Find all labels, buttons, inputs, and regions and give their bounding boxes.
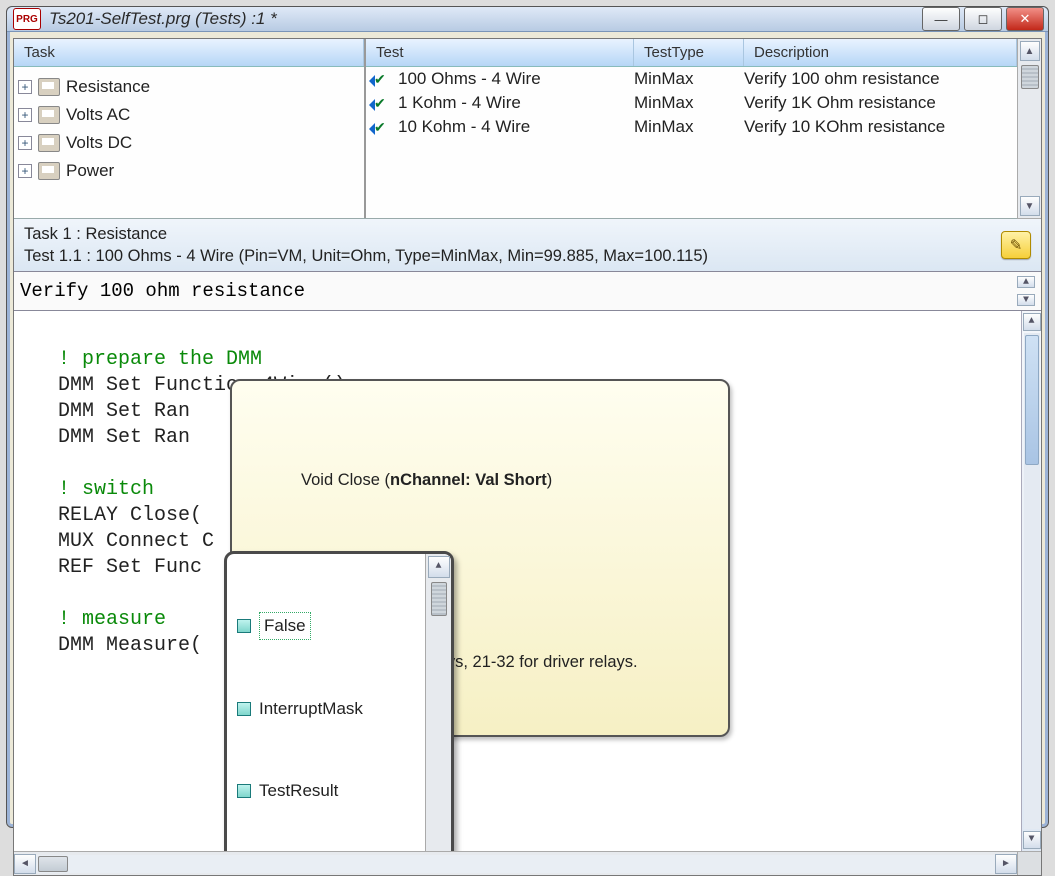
autocomplete-popup[interactable]: False InterruptMask TestResult TestStatu… (224, 551, 454, 851)
test-desc: Verify 1K Ohm resistance (744, 93, 1017, 113)
test-list[interactable]: 100 Ohms - 4 Wire MinMax Verify 100 ohm … (366, 67, 1017, 218)
notes-button[interactable]: ✎ (1001, 231, 1031, 259)
task-label: Resistance (66, 73, 150, 101)
task-pane: Task + Resistance + Volts AC + Volts D (14, 39, 366, 218)
task-label: Volts DC (66, 129, 132, 157)
code-line: MUX Connect C (58, 530, 214, 553)
code-line: DMM Set Ran (58, 426, 190, 449)
test-row[interactable]: 10 Kohm - 4 Wire MinMax Verify 10 KOhm r… (366, 115, 1017, 139)
test-desc: Verify 10 KOhm resistance (744, 117, 1017, 137)
scroll-right-icon[interactable]: ► (995, 854, 1017, 874)
keyword-icon (237, 784, 251, 798)
test-icon (372, 97, 392, 113)
app-window: PRG Ts201-SelfTest.prg (Tests) :1 * — ◻ … (6, 6, 1049, 828)
scroll-thumb[interactable] (1021, 65, 1039, 89)
step-down-icon[interactable]: ▼ (1017, 294, 1035, 306)
code-editor[interactable]: ! prepare the DMM DMM Set Function 4Wire… (14, 311, 1021, 851)
autocomplete-item[interactable]: InterruptMask (227, 694, 425, 724)
description-bar: Verify 100 ohm resistance ▲ ▼ (14, 272, 1041, 311)
code-line: ! switch (58, 478, 154, 501)
editor-vscrollbar[interactable]: ▲ ▼ (1021, 311, 1041, 851)
col-description[interactable]: Description (744, 39, 1017, 66)
task-row[interactable]: + Volts AC (18, 101, 360, 129)
test-type: MinMax (634, 93, 744, 113)
scroll-thumb[interactable] (38, 856, 68, 872)
titlebar[interactable]: PRG Ts201-SelfTest.prg (Tests) :1 * — ◻ … (7, 7, 1048, 32)
col-testtype[interactable]: TestType (634, 39, 744, 66)
autocomplete-label: False (259, 612, 311, 640)
description-text: Verify 100 ohm resistance (20, 280, 1017, 302)
col-test[interactable]: Test (366, 39, 634, 66)
task-icon (38, 78, 60, 96)
task-row[interactable]: + Resistance (18, 73, 360, 101)
task-row[interactable]: + Volts DC (18, 129, 360, 157)
expand-icon[interactable]: + (18, 164, 32, 178)
autocomplete-item[interactable]: False (227, 610, 425, 642)
autocomplete-label: TestResult (259, 778, 338, 804)
task-row[interactable]: + Power (18, 157, 360, 185)
expand-icon[interactable]: + (18, 108, 32, 122)
scroll-up-icon[interactable]: ▲ (1023, 313, 1041, 331)
keyword-icon (237, 702, 251, 716)
code-line: ! measure (58, 608, 166, 631)
autocomplete-item[interactable]: TestResult (227, 776, 425, 806)
maximize-button[interactable]: ◻ (964, 7, 1002, 31)
client-area: Task + Resistance + Volts AC + Volts D (13, 38, 1042, 876)
test-pane: Test TestType Description 100 Ohms - 4 W… (366, 39, 1017, 218)
scroll-left-icon[interactable]: ◄ (14, 854, 36, 874)
scroll-up-icon[interactable]: ▲ (428, 556, 450, 578)
autocomplete-scrollbar[interactable]: ▲ ▼ (425, 554, 451, 851)
tooltip-signature: Void Close (nChannel: Val Short) (246, 441, 714, 519)
scroll-corner (1017, 852, 1041, 875)
app-icon: PRG (13, 8, 41, 30)
task-icon (38, 134, 60, 152)
task-label: Volts AC (66, 101, 130, 129)
test-desc: Verify 100 ohm resistance (744, 69, 1017, 89)
step-up-icon[interactable]: ▲ (1017, 276, 1035, 288)
info-test: Test 1.1 : 100 Ohms - 4 Wire (Pin=VM, Un… (24, 245, 1001, 267)
editor-hscrollbar[interactable]: ◄ ► (14, 851, 1041, 875)
expand-icon[interactable]: + (18, 80, 32, 94)
scroll-down-icon[interactable]: ▼ (1020, 196, 1040, 216)
scroll-up-icon[interactable]: ▲ (1020, 41, 1040, 61)
code-line: DMM Measure( (58, 634, 202, 657)
scroll-thumb[interactable] (431, 582, 447, 616)
desc-stepper[interactable]: ▲ ▼ (1017, 274, 1035, 308)
close-button[interactable]: ✕ (1006, 7, 1044, 31)
task-label: Power (66, 157, 114, 185)
test-row[interactable]: 1 Kohm - 4 Wire MinMax Verify 1K Ohm res… (366, 91, 1017, 115)
test-type: MinMax (634, 69, 744, 89)
test-icon (372, 73, 392, 89)
task-tree[interactable]: + Resistance + Volts AC + Volts DC + (14, 67, 364, 218)
keyword-icon (237, 619, 251, 633)
test-icon (372, 121, 392, 137)
test-name: 1 Kohm - 4 Wire (398, 93, 521, 113)
test-name: 10 Kohm - 4 Wire (398, 117, 530, 137)
test-type: MinMax (634, 117, 744, 137)
task-icon (38, 106, 60, 124)
note-icon: ✎ (1010, 236, 1023, 254)
minimize-button[interactable]: — (922, 7, 960, 31)
info-band: Task 1 : Resistance Test 1.1 : 100 Ohms … (14, 219, 1041, 272)
task-icon (38, 162, 60, 180)
scroll-thumb[interactable] (1025, 335, 1039, 465)
window-title: Ts201-SelfTest.prg (Tests) :1 * (49, 9, 922, 29)
test-row[interactable]: 100 Ohms - 4 Wire MinMax Verify 100 ohm … (366, 67, 1017, 91)
autocomplete-label: InterruptMask (259, 696, 363, 722)
info-task: Task 1 : Resistance (24, 223, 1001, 245)
code-line: REF Set Func (58, 556, 202, 579)
code-line: ! prepare the DMM (58, 348, 262, 371)
code-line: DMM Set Ran (58, 400, 190, 423)
expand-icon[interactable]: + (18, 136, 32, 150)
code-line: RELAY Close( (58, 504, 202, 527)
col-task[interactable]: Task (14, 39, 364, 66)
top-vscrollbar[interactable]: ▲ ▼ (1017, 39, 1041, 219)
test-name: 100 Ohms - 4 Wire (398, 69, 541, 89)
